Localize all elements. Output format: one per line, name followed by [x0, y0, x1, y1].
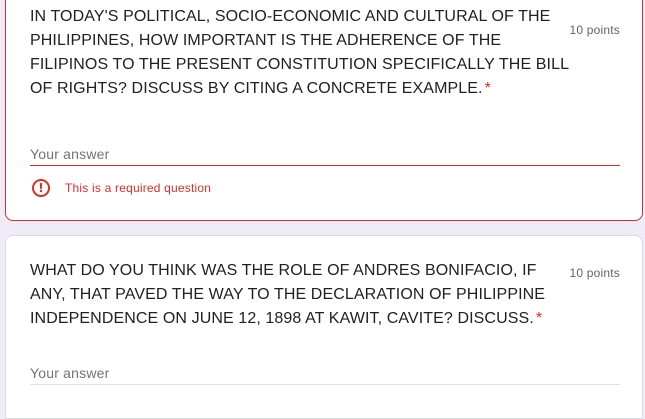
points-label: 10 points	[569, 266, 620, 280]
error-message: This is a required question	[65, 181, 212, 195]
exclamation-circle-icon: !	[32, 179, 50, 197]
question-title: IN TODAY'S POLITICAL, SOCIO-ECONOMIC AND…	[30, 5, 570, 101]
question-text: WHAT DO YOU THINK WAS THE ROLE OF ANDRES…	[30, 262, 546, 327]
required-asterisk: *	[484, 80, 491, 97]
question-card-2: WHAT DO YOU THINK WAS THE ROLE OF ANDRES…	[5, 235, 643, 419]
answer-input[interactable]: Your answer	[30, 142, 620, 166]
question-card-1: IN TODAY'S POLITICAL, SOCIO-ECONOMIC AND…	[5, 0, 643, 221]
answer-input[interactable]: Your answer	[30, 361, 620, 385]
points-label: 10 points	[569, 23, 620, 37]
error-message-row: ! This is a required question	[32, 177, 211, 199]
required-asterisk: *	[535, 310, 543, 327]
question-title: WHAT DO YOU THINK WAS THE ROLE OF ANDRES…	[30, 259, 550, 331]
